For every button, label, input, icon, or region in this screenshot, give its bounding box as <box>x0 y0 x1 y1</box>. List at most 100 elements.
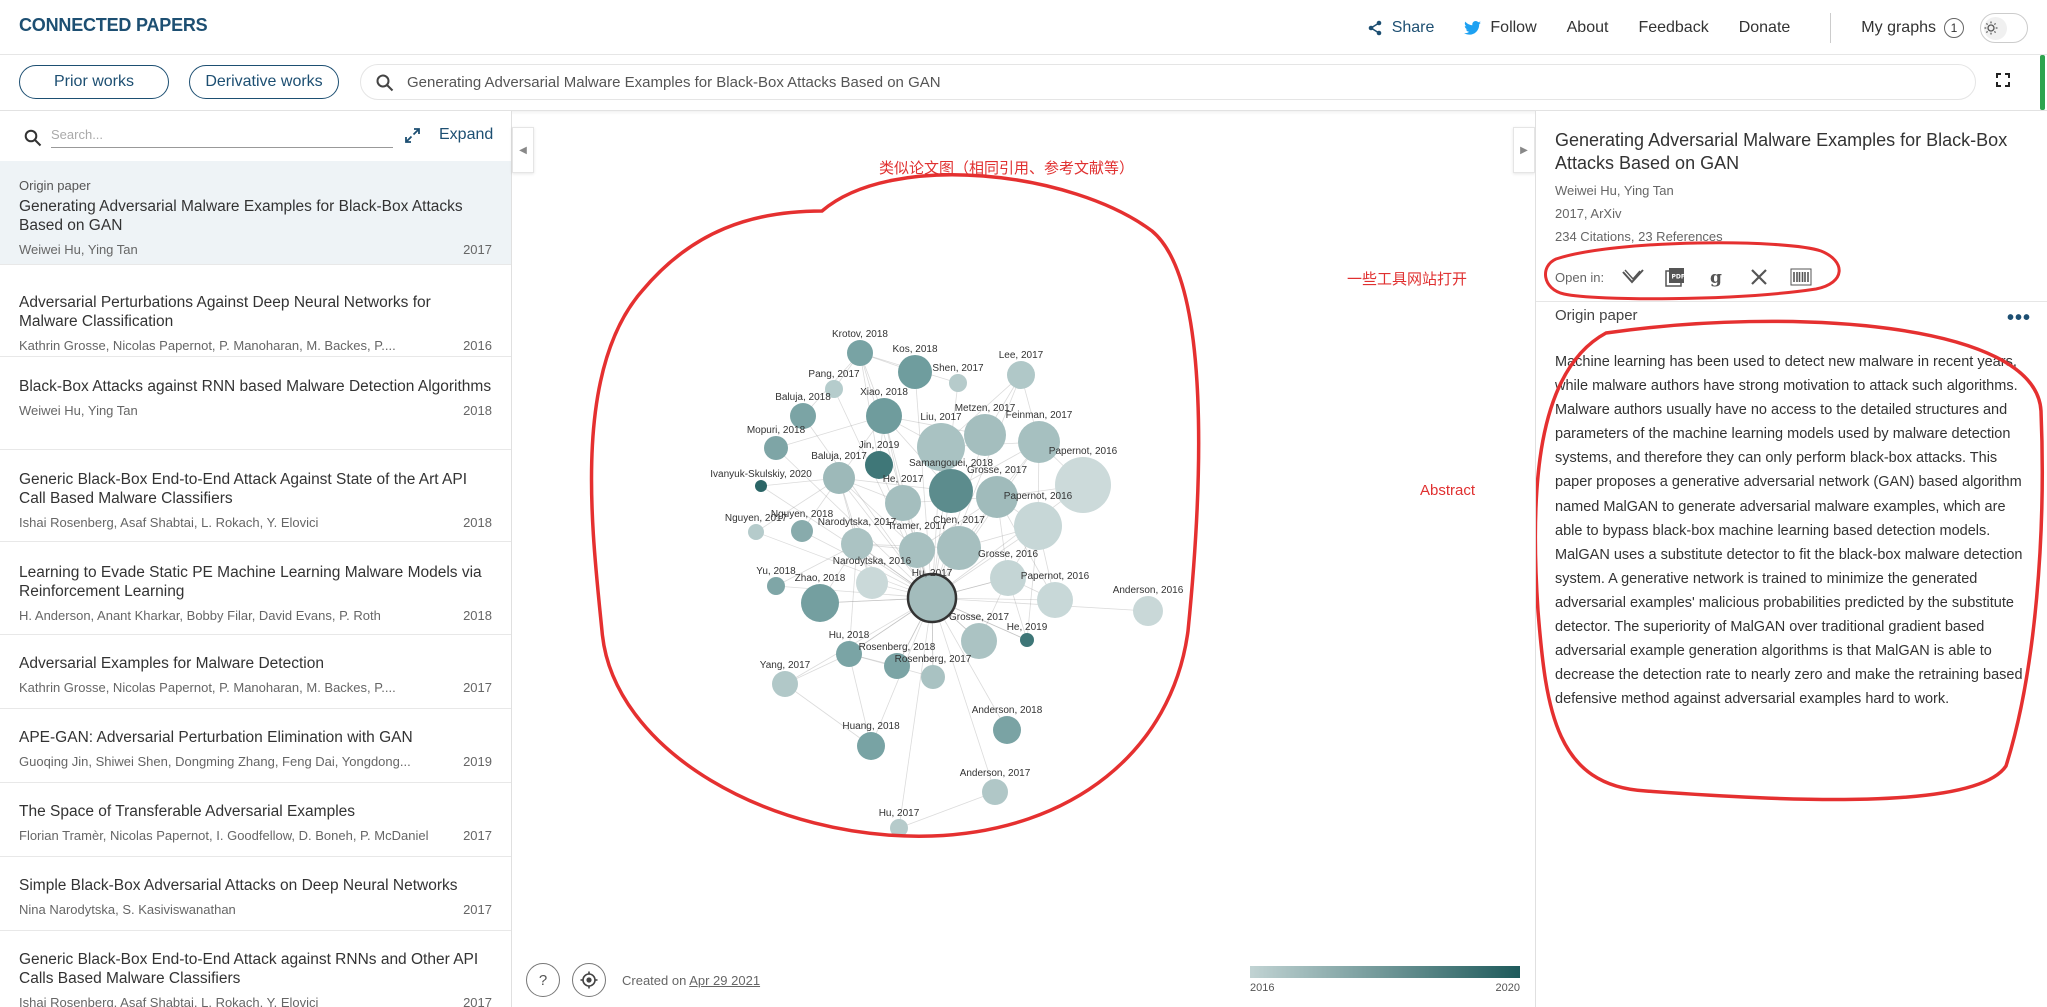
paper-title: Generic Black-Box End-to-End Attack Agai… <box>19 471 468 507</box>
list-item[interactable]: Simple Black-Box Adversarial Attacks on … <box>0 857 511 931</box>
derivative-works-button[interactable]: Derivative works <box>189 65 339 99</box>
created-date-link[interactable]: Apr 29 2021 <box>689 973 760 988</box>
paper-authors: Weiwei Hu, Ying Tan <box>19 403 138 418</box>
graph-node[interactable]: Yu, 2018 <box>756 566 796 595</box>
graph-node-label: Papernot, 2016 <box>1021 571 1090 582</box>
graph-node[interactable]: Grosse, 2017 <box>949 612 1009 659</box>
graph-node-circle[interactable] <box>982 779 1008 805</box>
scrollbar-thumb[interactable] <box>2040 55 2045 110</box>
graph-node[interactable]: Zhao, 2018 <box>795 573 846 622</box>
graph-node[interactable]: Mopuri, 2018 <box>747 425 806 460</box>
graph-node[interactable]: Ivanyuk-Skulskiy, 2020 <box>710 469 812 492</box>
graph-node[interactable]: Lee, 2017 <box>999 350 1044 389</box>
graph-node[interactable]: Kos, 2018 <box>892 344 938 389</box>
graph-node[interactable]: Krotov, 2018 <box>832 329 888 366</box>
share-label: Share <box>1391 18 1435 36</box>
graph-node-circle[interactable] <box>755 480 767 492</box>
list-item-origin[interactable]: Origin paper Generating Adversarial Malw… <box>0 161 511 265</box>
graph-node-circle[interactable] <box>772 671 798 697</box>
graph-search-input[interactable]: Generating Adversarial Malware Examples … <box>360 64 1976 100</box>
list-item[interactable]: Learning to Evade Static PE Machine Lear… <box>0 542 511 635</box>
graph-node-label: Hu, 2017 <box>912 568 953 579</box>
about-link[interactable]: About <box>1567 19 1609 37</box>
graph-node-label: Baluja, 2018 <box>775 392 831 403</box>
paper-list-panel: Search... Expand Origin paper Generating… <box>0 111 512 1007</box>
graph-node-label: Anderson, 2018 <box>972 705 1043 716</box>
graph-node-label: Zhao, 2018 <box>795 573 846 584</box>
list-item[interactable]: APE-GAN: Adversarial Perturbation Elimin… <box>0 709 511 783</box>
annotation-similar-papers: 类似论文图（相同引用、参考文献等） <box>879 160 1135 177</box>
graph-node[interactable]: Anderson, 2018 <box>972 705 1043 744</box>
fullscreen-icon[interactable] <box>1996 73 2010 92</box>
graph-node-circle[interactable] <box>898 355 932 389</box>
graph-node[interactable]: Baluja, 2017 <box>811 451 867 494</box>
graph-node-circle[interactable] <box>866 398 902 434</box>
graph-edge <box>898 597 933 829</box>
donate-link[interactable]: Donate <box>1739 19 1791 37</box>
graph-node[interactable]: Chen, 2017 <box>933 515 985 570</box>
graph-node-circle[interactable] <box>885 485 921 521</box>
graph-node-circle[interactable] <box>1007 361 1035 389</box>
paper-detail-panel: Generating Adversarial Malware Examples … <box>1535 111 2047 1007</box>
sun-icon <box>1984 16 2007 40</box>
paper-year: 2019 <box>463 754 492 769</box>
recenter-icon[interactable] <box>572 963 606 997</box>
help-button[interactable]: ? <box>526 963 560 997</box>
paper-authors: Kathrin Grosse, Nicolas Papernot, P. Man… <box>19 338 396 353</box>
list-search-input[interactable]: Search... <box>51 124 393 148</box>
follow-button[interactable]: Follow <box>1464 19 1537 37</box>
graph-node[interactable]: He, 2019 <box>1007 622 1048 647</box>
graph-node-circle[interactable] <box>847 340 873 366</box>
graph-node[interactable]: Narodytska, 2017 <box>818 517 897 560</box>
list-item[interactable]: Generic Black-Box End-to-End Attack agai… <box>0 931 511 1007</box>
graph-node-circle[interactable] <box>921 665 945 689</box>
graph-node[interactable]: Huang, 2018 <box>842 721 900 760</box>
graph-search-value: Generating Adversarial Malware Examples … <box>407 74 941 91</box>
graph-node-circle[interactable] <box>1037 582 1073 618</box>
theme-toggle[interactable] <box>1980 12 2028 43</box>
list-item[interactable]: Adversarial Examples for Malware Detecti… <box>0 635 511 709</box>
feedback-link[interactable]: Feedback <box>1638 19 1708 37</box>
graph-node-circle[interactable] <box>949 374 967 392</box>
paper-title: Learning to Evade Static PE Machine Lear… <box>19 564 482 600</box>
list-item[interactable]: The Space of Transferable Adversarial Ex… <box>0 783 511 857</box>
graph-node-circle[interactable] <box>856 567 888 599</box>
list-item[interactable]: Generic Black-Box End-to-End Attack Agai… <box>0 450 511 542</box>
graph-node[interactable]: Baluja, 2018 <box>775 392 831 429</box>
list-item[interactable]: Black-Box Attacks against RNN based Malw… <box>0 357 511 450</box>
graph-node-circle[interactable] <box>993 716 1021 744</box>
graph-node-circle[interactable] <box>1020 633 1034 647</box>
graph-node[interactable]: Anderson, 2016 <box>1113 585 1184 626</box>
graph-node-circle[interactable] <box>801 584 839 622</box>
graph-node-circle[interactable] <box>764 436 788 460</box>
graph-node-label: Mopuri, 2018 <box>747 425 806 436</box>
paper-title: Black-Box Attacks against RNN based Malw… <box>19 378 492 395</box>
expand-button[interactable]: Expand <box>405 126 493 144</box>
list-item[interactable]: Adversarial Perturbations Against Deep N… <box>0 265 511 357</box>
graph-node-circle[interactable] <box>937 526 981 570</box>
graph-node[interactable]: Xiao, 2018 <box>860 387 908 434</box>
graph-node[interactable]: Yang, 2017 <box>760 660 811 697</box>
graph-node-circle[interactable] <box>748 524 764 540</box>
graph-node-circle[interactable] <box>791 520 813 542</box>
my-graphs-button[interactable]: My graphs 1 <box>1861 17 1964 38</box>
graph-node[interactable]: He, 2017 <box>883 474 924 521</box>
graph-node-circle[interactable] <box>1133 596 1163 626</box>
prior-works-button[interactable]: Prior works <box>19 65 169 99</box>
graph-node-circle[interactable] <box>1014 502 1062 550</box>
paper-graph[interactable]: Krotov, 2018 Kos, 2018 Shen, 2017 Lee, 2017… <box>512 111 1535 951</box>
graph-node[interactable]: Papernot, 2016 <box>1004 491 1073 550</box>
graph-node-label: Liu, 2017 <box>920 412 962 423</box>
annotation-abstract: Abstract <box>1420 482 1476 499</box>
graph-node-circle[interactable] <box>964 414 1006 456</box>
graph-node-circle[interactable] <box>823 462 855 494</box>
annotation-tools: 一些工具网站打开 <box>1347 271 1468 288</box>
logo[interactable]: CONNECTED PAPERS <box>19 15 208 36</box>
graph-node-circle[interactable] <box>857 732 885 760</box>
graph-node-circle[interactable] <box>767 577 785 595</box>
graph-node[interactable]: Anderson, 2017 <box>960 768 1031 805</box>
paper-year: 2017 <box>463 242 492 257</box>
graph-node-circle[interactable] <box>1055 457 1111 513</box>
graph-node-label: Grosse, 2017 <box>967 465 1027 476</box>
share-button[interactable]: Share <box>1367 18 1435 37</box>
